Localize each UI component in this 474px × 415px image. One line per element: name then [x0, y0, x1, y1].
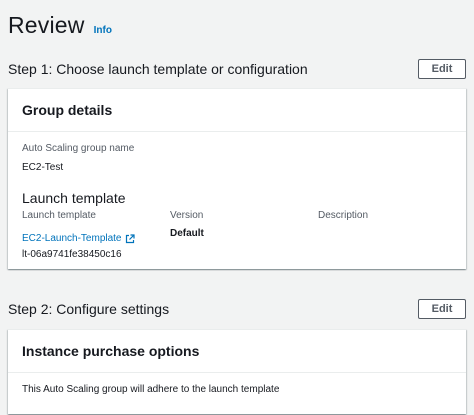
version-col-label: Version — [170, 210, 204, 221]
group-details-title: Group details — [22, 102, 113, 118]
instance-purchase-title: Instance purchase options — [22, 343, 200, 359]
step2-header: Step 2: Configure settings Edit — [8, 299, 466, 319]
page-header: Review Info — [8, 12, 112, 39]
group-details-card: Group details Auto Scaling group name EC… — [8, 88, 466, 269]
group-details-body: Auto Scaling group name EC2-Test Launch … — [8, 132, 466, 260]
description-col-label: Description — [318, 210, 369, 221]
group-details-header: Group details — [8, 89, 466, 132]
launch-template-link[interactable]: EC2-Launch-Template — [22, 233, 135, 244]
step1-edit-button[interactable]: Edit — [418, 59, 466, 79]
launch-template-link-text: EC2-Launch-Template — [22, 233, 122, 244]
step1-header: Step 1: Choose launch template or config… — [8, 59, 466, 79]
launch-template-heading: Launch template — [22, 190, 126, 206]
step1-title: Step 1: Choose launch template or config… — [8, 61, 308, 77]
launch-template-grid: Launch template EC2-Launch-Template lt-0… — [22, 210, 452, 260]
launch-template-col: Launch template EC2-Launch-Template lt-0… — [22, 210, 170, 260]
description-col: Description — [318, 210, 452, 260]
instance-purchase-text: This Auto Scaling group will adhere to t… — [22, 384, 280, 395]
step2-edit-button[interactable]: Edit — [418, 299, 466, 319]
launch-template-id: lt-06a9741fe38450c16 — [22, 249, 122, 260]
launch-template-col-label: Launch template — [22, 210, 96, 221]
instance-purchase-body: This Auto Scaling group will adhere to t… — [8, 373, 466, 395]
info-link[interactable]: Info — [94, 25, 112, 36]
step2-title: Step 2: Configure settings — [8, 301, 170, 317]
version-value: Default — [170, 228, 204, 239]
version-col: Version Default — [170, 210, 318, 260]
external-link-icon — [125, 233, 135, 243]
asg-name-label: Auto Scaling group name — [22, 143, 135, 154]
asg-name-value: EC2-Test — [22, 162, 64, 173]
instance-purchase-header: Instance purchase options — [8, 330, 466, 373]
instance-purchase-card: Instance purchase options This Auto Scal… — [8, 329, 466, 414]
page-title: Review — [8, 12, 85, 38]
